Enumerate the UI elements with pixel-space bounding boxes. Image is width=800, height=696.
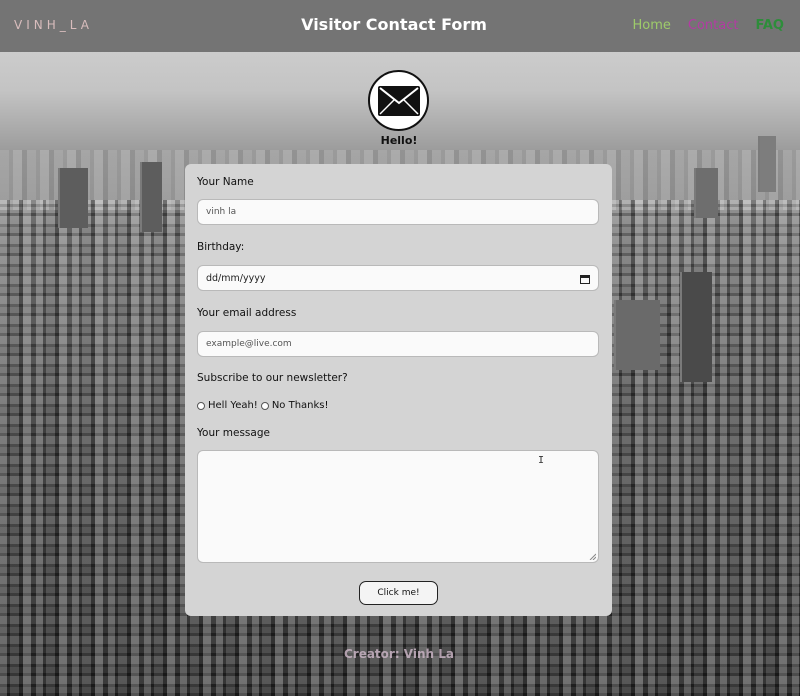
nav-link-contact[interactable]: Contact	[688, 18, 739, 33]
building-shape	[614, 300, 660, 370]
main-nav: Home Contact FAQ	[633, 18, 784, 33]
envelope-badge	[368, 70, 429, 131]
submit-button[interactable]: Click me!	[359, 581, 438, 605]
newsletter-yes-radio[interactable]	[197, 401, 205, 410]
email-placeholder: example@live.com	[206, 339, 292, 349]
text-cursor-icon: I	[538, 455, 545, 466]
name-input[interactable]: vinh la	[197, 199, 599, 225]
newsletter-no-label: No Thanks!	[271, 400, 329, 411]
birthday-date-input[interactable]: dd/mm/yyyy	[197, 265, 599, 291]
top-navigation-bar: VINH_LA Visitor Contact Form Home Contac…	[0, 0, 800, 52]
resize-grip-icon[interactable]	[589, 553, 596, 560]
calendar-icon[interactable]	[580, 274, 590, 284]
nav-link-faq[interactable]: FAQ	[755, 18, 784, 33]
birthday-date-value: dd/mm/yyyy	[206, 272, 266, 284]
newsletter-no-radio[interactable]	[260, 401, 269, 410]
name-label: Your Name	[197, 176, 254, 188]
newsletter-yes-label: Hell Yeah!	[208, 400, 258, 411]
greeting-text: Hello!	[380, 134, 418, 147]
creator-credit: Creator: Vinh La	[343, 647, 455, 661]
building-shape	[58, 168, 88, 228]
email-input[interactable]: example@live.com	[197, 331, 599, 357]
message-label: Your message	[197, 427, 270, 439]
building-shape	[680, 272, 712, 382]
newsletter-options: Hell Yeah! No Thanks!	[197, 400, 332, 411]
email-label: Your email address	[197, 307, 297, 319]
building-shape	[140, 162, 162, 232]
building-shape	[694, 168, 718, 218]
nav-link-home[interactable]: Home	[633, 18, 671, 33]
name-placeholder: vinh la	[206, 207, 237, 217]
message-textarea[interactable]: I	[197, 450, 599, 563]
newsletter-label: Subscribe to our newsletter?	[197, 372, 348, 384]
contact-form: Your Name vinh la Birthday: dd/mm/yyyy Y…	[185, 164, 612, 616]
envelope-icon	[378, 86, 420, 116]
birthday-label: Birthday:	[197, 241, 245, 253]
